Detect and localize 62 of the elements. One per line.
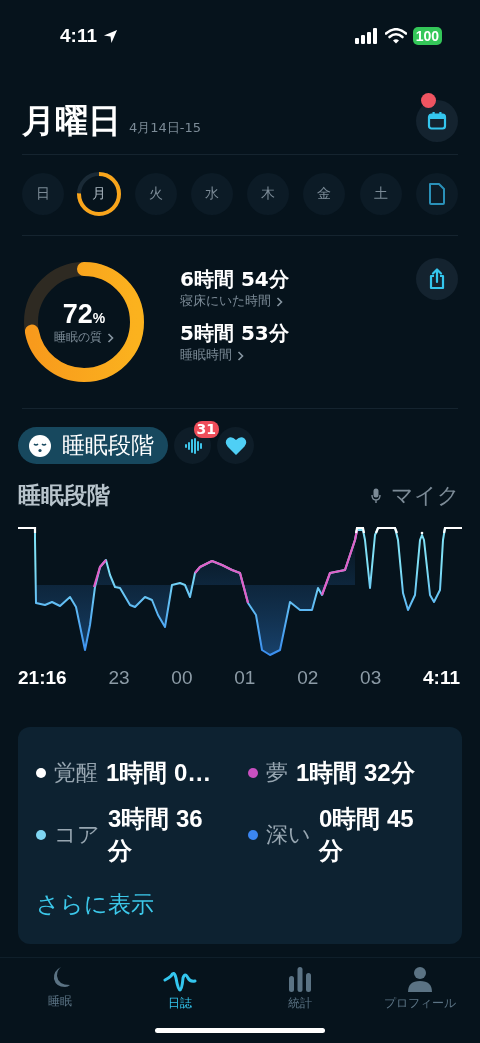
chevron-icon	[237, 350, 244, 361]
day-button[interactable]: 土	[359, 173, 402, 215]
sound-wave-icon	[182, 435, 203, 456]
location-icon	[103, 28, 118, 44]
heart-icon	[224, 435, 247, 456]
day-button[interactable]: 金	[303, 173, 346, 215]
nav-tab[interactable]: プロフィール	[365, 966, 475, 1011]
calendar-icon	[427, 111, 447, 131]
stage-name: コア	[54, 821, 100, 849]
duration-value: 6時間 54分	[180, 266, 289, 293]
sleep-stages-tab[interactable]: 睡眠段階	[18, 427, 168, 464]
sleeping-face-icon	[28, 433, 52, 458]
time-label: 02	[297, 667, 319, 689]
nav-tab[interactable]: 統計	[245, 966, 355, 1011]
duration-value: 5時間 53分	[180, 320, 289, 347]
quality-percent: 72	[62, 299, 93, 330]
time-label: 21:16	[18, 667, 67, 689]
sleep-quality-link[interactable]: 睡眠の質	[54, 330, 114, 345]
source-label: マイク	[391, 481, 460, 510]
time-label: 01	[234, 667, 256, 689]
document-icon	[427, 183, 446, 205]
nav-tab[interactable]: 睡眠	[5, 966, 115, 1011]
status-time: 4:11	[60, 25, 97, 47]
heart-tab[interactable]	[217, 427, 254, 464]
show-more-link[interactable]: さらに表示	[36, 889, 154, 920]
person-icon	[407, 966, 433, 992]
duration-link[interactable]: 睡眠時間	[180, 347, 244, 364]
stage-name: 深い	[266, 821, 311, 849]
nav-tab[interactable]: 日誌	[125, 966, 235, 1011]
wifi-icon	[384, 28, 407, 44]
count-badge: 31	[193, 421, 219, 438]
day-title: 月曜日	[22, 99, 121, 142]
stage-name: 夢	[266, 759, 288, 787]
bar-chart-icon	[288, 966, 312, 992]
day-button[interactable]: 水	[190, 173, 233, 215]
report-button[interactable]	[415, 173, 458, 215]
signal-icon	[354, 28, 379, 44]
chevron-icon	[276, 296, 283, 307]
chart-title: 睡眠段階	[18, 481, 110, 510]
stage-duration: 0時間 45分	[319, 804, 415, 866]
time-label: 00	[171, 667, 193, 689]
stage-duration: 1時間 0…	[106, 758, 213, 788]
day-button[interactable]: 木	[247, 173, 290, 215]
day-button[interactable]: 月	[78, 173, 121, 215]
share-button[interactable]	[416, 258, 458, 300]
chevron-icon	[107, 332, 114, 343]
time-label: 23	[108, 667, 130, 689]
calendar-button[interactable]	[416, 100, 458, 142]
duration-link[interactable]: 寝床にいた時間	[180, 293, 283, 310]
day-button[interactable]: 火	[134, 173, 177, 215]
time-label: 4:11	[423, 667, 460, 689]
stage-duration: 3時間 36分	[108, 804, 204, 866]
stage-duration: 1時間 32分	[296, 758, 416, 788]
share-icon	[428, 268, 446, 290]
time-label: 03	[360, 667, 382, 689]
day-button[interactable]: 日	[22, 173, 64, 215]
day-progress-ring	[76, 171, 123, 217]
stage-name: 覚醒	[54, 759, 98, 787]
date-range: 4月14日-15	[129, 118, 202, 137]
percent-unit: %	[92, 310, 106, 326]
microphone-icon	[371, 487, 381, 504]
battery-indicator: 100	[412, 27, 442, 45]
